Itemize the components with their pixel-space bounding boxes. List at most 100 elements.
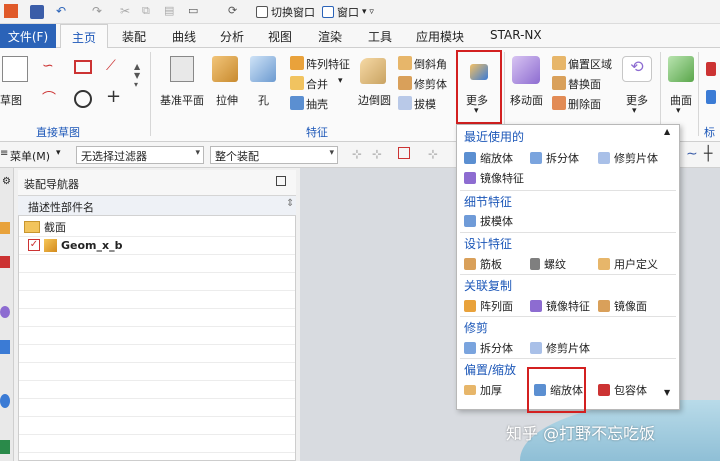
shell-icon[interactable] — [290, 96, 304, 110]
replace-face-label[interactable]: 替换面 — [568, 76, 601, 92]
menu-item-rib[interactable]: 筋板 — [464, 256, 502, 272]
menu-item-trim-sheet[interactable]: 修剪片体 — [598, 150, 658, 166]
trim-body-icon[interactable] — [398, 76, 412, 90]
chamfer-label[interactable]: 倒斜角 — [414, 56, 447, 72]
arc-icon[interactable]: ⌒ — [42, 88, 56, 108]
sketch-gallery-arrow[interactable]: ▲ ▼ ▾ — [134, 62, 140, 89]
menu-icon[interactable]: ≡ — [0, 148, 8, 159]
point-icon[interactable]: + — [106, 86, 121, 107]
menu-item-user-defined[interactable]: 用户定义 — [598, 256, 658, 272]
undo-icon[interactable]: ↶ — [56, 4, 66, 18]
tab-view[interactable]: 视图 — [268, 28, 292, 45]
menu-item-split-body-2[interactable]: 拆分体 — [464, 340, 513, 356]
scroll-down-icon[interactable]: ▼ — [664, 388, 670, 397]
list-item[interactable]: ✓ Geom_x_b — [28, 236, 122, 254]
pattern-feature-label[interactable]: 阵列特征 — [306, 56, 350, 72]
menu-item-trim-sheet-2[interactable]: 修剪片体 — [530, 340, 590, 356]
hole-icon[interactable] — [250, 56, 276, 82]
reuse-library-icon[interactable] — [0, 340, 10, 354]
sketch-icon[interactable] — [2, 56, 28, 82]
save-icon[interactable] — [30, 5, 44, 19]
repeat-command-icon[interactable]: ⟳ — [228, 4, 237, 17]
more-features-button[interactable] — [456, 50, 502, 124]
circle-icon[interactable] — [74, 90, 92, 108]
offset-region-icon[interactable] — [552, 56, 566, 70]
assembly-navigator-icon[interactable] — [0, 256, 10, 268]
more-sync-arrow[interactable]: ▾ — [632, 106, 637, 116]
tab-curve[interactable]: 曲线 — [172, 28, 196, 45]
chamfer-icon[interactable] — [398, 56, 412, 70]
window-menu-button[interactable]: 窗口 ▾ ▿ — [322, 4, 374, 20]
web-browser-icon[interactable] — [0, 394, 10, 408]
menu-item-scale-body[interactable]: 缩放体 — [464, 150, 513, 166]
menu-item-mirror-feature-2[interactable]: 镜像特征 — [530, 298, 590, 314]
standard-icon[interactable] — [706, 62, 716, 76]
replace-face-icon[interactable] — [552, 76, 566, 90]
redo-icon[interactable]: ↷ — [92, 4, 102, 18]
unite-icon[interactable] — [290, 76, 304, 90]
menu-item-mirror-face[interactable]: 镜像面 — [598, 298, 647, 314]
tab-tools[interactable]: 工具 — [368, 28, 392, 45]
tab-home[interactable]: 主页 — [60, 24, 108, 49]
part-navigator-icon[interactable] — [0, 222, 10, 234]
datum-plane-icon[interactable] — [170, 56, 194, 82]
navigator-column-header[interactable]: 描述性部件名 ⇕ — [18, 196, 296, 216]
datum-plane-label[interactable]: 基准平面 — [160, 92, 204, 108]
selection-scope-select[interactable]: 整个装配 ▾ — [210, 146, 338, 164]
unite-label[interactable]: 合并 — [306, 76, 328, 92]
menu-dropdown-arrow[interactable]: ▾ — [56, 148, 61, 158]
scroll-up-icon[interactable]: ▲ — [664, 127, 670, 136]
constraint-navigator-icon[interactable] — [0, 306, 10, 318]
tab-render[interactable]: 渲染 — [318, 28, 342, 45]
snap-icon-2[interactable]: ⊹ — [372, 147, 382, 161]
settings-icon[interactable]: ⚙ — [2, 176, 11, 187]
delete-face-icon[interactable] — [552, 96, 566, 110]
more-sync-label[interactable]: 更多 — [626, 92, 648, 108]
pattern-feature-icon[interactable] — [290, 56, 304, 70]
surface-label[interactable]: 曲面 — [670, 92, 692, 108]
surface-arrow[interactable]: ▾ — [676, 106, 681, 116]
menu-item-mirror-feature[interactable]: 镜像特征 — [464, 170, 524, 186]
edge-blend-label[interactable]: 边倒圆 — [358, 92, 391, 108]
line-icon[interactable]: ⟋ — [106, 58, 116, 74]
cut-icon[interactable]: ✂ — [120, 4, 130, 18]
copy-icon[interactable]: ⧉ — [142, 4, 150, 18]
extrude-label[interactable]: 拉伸 — [216, 92, 238, 108]
snap-icon[interactable]: ⊹ — [352, 147, 362, 161]
curve-icon[interactable]: ∼ — [686, 146, 698, 162]
maximize-icon[interactable] — [276, 176, 286, 186]
switch-window-button[interactable]: 切换窗口 — [256, 4, 315, 20]
hole-label[interactable]: 孔 — [258, 92, 269, 108]
menu-item-thread[interactable]: 螺纹 — [530, 256, 566, 272]
history-icon[interactable] — [0, 440, 10, 454]
sketch-label[interactable]: 草图 — [0, 92, 22, 108]
draft-label[interactable]: 拔模 — [414, 96, 436, 112]
profile-icon[interactable]: ∽ — [42, 58, 54, 74]
unite-dropdown-arrow[interactable]: ▾ — [338, 76, 343, 86]
checkbox-icon[interactable]: ✓ — [28, 239, 40, 251]
tab-analysis[interactable]: 分析 — [220, 28, 244, 45]
standard-icon-2[interactable] — [706, 90, 716, 104]
paste-icon[interactable]: ▤ — [164, 4, 174, 17]
move-face-icon[interactable] — [512, 56, 540, 84]
rectangle-icon[interactable] — [74, 60, 92, 74]
cross-icon[interactable]: ┼ — [704, 146, 712, 162]
extrude-icon[interactable] — [212, 56, 238, 82]
menu-item-bounding-body[interactable]: 包容体 — [598, 382, 647, 398]
menu-item-split-body[interactable]: 拆分体 — [530, 150, 579, 166]
menu-button[interactable]: 菜单(M) — [10, 148, 50, 164]
tab-application[interactable]: 应用模块 — [416, 28, 464, 45]
offset-region-label[interactable]: 偏置区域 — [568, 56, 612, 72]
snap-icon-3[interactable]: ⊹ — [428, 147, 438, 161]
touch-mode-icon[interactable]: ▭ — [188, 4, 198, 17]
tab-assembly[interactable]: 装配 — [122, 28, 146, 45]
menu-item-thicken[interactable]: 加厚 — [464, 382, 502, 398]
menu-item-draft-body[interactable]: 拔模体 — [464, 213, 513, 229]
menu-item-pattern-face[interactable]: 阵列面 — [464, 298, 513, 314]
surface-icon[interactable] — [668, 56, 694, 82]
tab-star-nx[interactable]: STAR-NX — [490, 28, 542, 42]
shell-label[interactable]: 抽壳 — [306, 96, 328, 112]
delete-face-label[interactable]: 删除面 — [568, 96, 601, 112]
file-menu-tab[interactable]: 文件(F) — [0, 24, 56, 48]
selection-filter-select[interactable]: 无选择过滤器 ▾ — [76, 146, 204, 164]
